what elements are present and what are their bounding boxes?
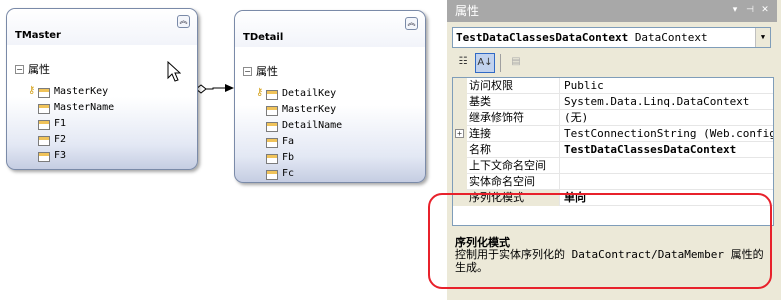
property-row[interactable]: 实体命名空间 xyxy=(453,174,773,190)
collapse-icon[interactable]: ︽ xyxy=(177,15,190,28)
property-value[interactable]: Public xyxy=(561,78,773,94)
entity-property[interactable]: F2 xyxy=(35,131,114,147)
property-icon xyxy=(263,168,278,180)
property-value[interactable]: System.Data.Linq.DataContext xyxy=(561,94,773,110)
property-icon xyxy=(35,150,50,162)
property-value[interactable]: TestDataClassesDataContext xyxy=(561,142,773,158)
dropdown-icon[interactable]: ▾ xyxy=(729,4,741,17)
alphabetical-icon[interactable]: A↓ xyxy=(475,53,495,73)
property-value[interactable]: (无) xyxy=(561,110,773,126)
property-name: F1 xyxy=(54,117,67,129)
property-name: Fb xyxy=(282,151,295,163)
collapse-minus-icon[interactable]: − xyxy=(15,64,24,74)
property-icon xyxy=(35,134,50,146)
expand-plus-icon[interactable]: + xyxy=(455,129,464,138)
object-name: TestDataClassesDataContext xyxy=(456,31,629,44)
property-icon xyxy=(263,136,278,148)
key-property-icon: ⚷ xyxy=(28,85,50,98)
property-name: F3 xyxy=(54,149,67,161)
property-row[interactable]: 基类 System.Data.Linq.DataContext xyxy=(453,94,773,110)
entity-tmaster[interactable]: TMaster ︽ − 属性 ⚷ MasterKey MasterName F1 F2 F… xyxy=(6,8,198,170)
row-gutter xyxy=(453,174,467,190)
pin-icon[interactable]: ⊣ xyxy=(744,4,756,17)
property-name: 名称 xyxy=(467,142,560,158)
property-name: 访问权限 xyxy=(467,78,560,94)
close-icon[interactable]: ✕ xyxy=(759,4,771,17)
panel-title: 属性 ▾ ⊣ ✕ xyxy=(447,0,777,22)
property-name: MasterKey xyxy=(282,103,337,115)
panel-title-text: 属性 xyxy=(455,4,480,18)
designer-canvas[interactable]: TMaster ︽ − 属性 ⚷ MasterKey MasterName F1 F2 F… xyxy=(0,0,447,300)
property-icon xyxy=(263,120,278,132)
collapse-icon[interactable]: ︽ xyxy=(405,17,418,30)
property-name: DetailKey xyxy=(282,87,337,99)
property-value[interactable]: TestConnectionString (Web.config) xyxy=(561,126,773,142)
entity-property[interactable]: F3 xyxy=(35,147,114,163)
properties-section[interactable]: − 属性 xyxy=(243,63,278,79)
property-name: MasterKey xyxy=(54,85,109,97)
property-name: 实体命名空间 xyxy=(467,174,560,190)
collapse-minus-icon[interactable]: − xyxy=(243,66,252,76)
row-gutter: + xyxy=(453,126,467,142)
entity-property[interactable]: MasterName xyxy=(35,99,114,115)
row-gutter xyxy=(453,158,467,174)
property-icon xyxy=(263,104,278,116)
property-name: F2 xyxy=(54,133,67,145)
entity-property[interactable]: MasterKey xyxy=(263,101,342,117)
entity-property[interactable]: Fa xyxy=(263,133,342,149)
section-label: 属性 xyxy=(256,65,278,78)
section-label: 属性 xyxy=(28,63,50,76)
property-row[interactable]: 访问权限 Public xyxy=(453,78,773,94)
object-type: DataContext xyxy=(634,31,708,44)
property-name: 上下文命名空间 xyxy=(467,158,560,174)
property-pages-icon[interactable]: ▤ xyxy=(506,53,526,73)
property-row[interactable]: + 连接 TestConnectionString (Web.config) xyxy=(453,126,773,142)
property-list: ⚷ DetailKey MasterKey DetailName Fa Fb Fc xyxy=(256,85,342,181)
property-icon xyxy=(263,152,278,164)
arrow-end xyxy=(225,84,234,92)
property-icon xyxy=(35,102,50,114)
property-value[interactable] xyxy=(561,158,773,174)
property-row[interactable]: 继承修饰符 (无) xyxy=(453,110,773,126)
property-name: MasterName xyxy=(54,101,115,113)
entity-property[interactable]: ⚷ DetailKey xyxy=(256,85,342,101)
entity-property[interactable]: Fc xyxy=(263,165,342,181)
property-row[interactable]: 上下文命名空间 xyxy=(453,158,773,174)
chevron-down-icon[interactable]: ▼ xyxy=(755,28,770,47)
row-gutter xyxy=(453,142,467,158)
entity-property[interactable]: Fb xyxy=(263,149,342,165)
entity-tdetail[interactable]: TDetail ︽ − 属性 ⚷ DetailKey MasterKey Detail… xyxy=(234,10,426,183)
property-value[interactable] xyxy=(561,174,773,190)
property-name: Fc xyxy=(282,167,295,179)
entity-property[interactable]: ⚷ MasterKey xyxy=(28,83,114,99)
property-name: 继承修饰符 xyxy=(467,110,560,126)
properties-section[interactable]: − 属性 xyxy=(15,61,50,77)
property-list: ⚷ MasterKey MasterName F1 F2 F3 xyxy=(28,83,114,163)
property-icon xyxy=(35,118,50,130)
property-row[interactable]: 名称 TestDataClassesDataContext xyxy=(453,142,773,158)
property-name: DetailName xyxy=(282,119,343,131)
entity-property[interactable]: DetailName xyxy=(263,117,342,133)
property-name: Fa xyxy=(282,135,295,147)
categorized-icon[interactable]: ☷ xyxy=(453,53,473,73)
entity-title: TDetail xyxy=(243,32,284,43)
highlight-annotation xyxy=(428,193,772,289)
mouse-cursor-icon xyxy=(167,61,181,82)
property-name: 基类 xyxy=(467,94,560,110)
row-gutter xyxy=(453,110,467,126)
row-gutter xyxy=(453,78,467,94)
row-gutter xyxy=(453,94,467,110)
key-property-icon: ⚷ xyxy=(256,87,278,100)
property-name: 连接 xyxy=(467,126,560,142)
properties-toolbar: ☷ A↓ ▤ xyxy=(453,51,526,75)
entity-title: TMaster xyxy=(15,30,61,41)
toolbar-separator xyxy=(500,54,501,72)
entity-property[interactable]: F1 xyxy=(35,115,114,131)
object-selector[interactable]: TestDataClassesDataContext DataContext ▼ xyxy=(452,27,771,48)
